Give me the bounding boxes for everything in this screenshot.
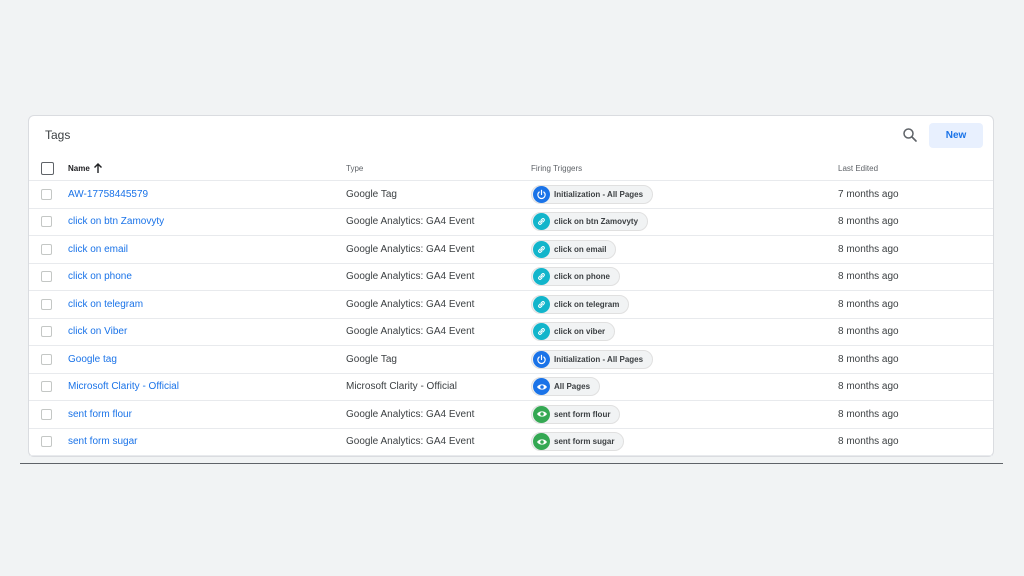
table-row[interactable]: Microsoft Clarity - Official Microsoft Cl… — [29, 374, 993, 401]
tags-table: Name Type Firing Triggers Last Edited AW… — [29, 156, 993, 456]
last-edited: 8 months ago — [838, 436, 899, 448]
eye-icon — [533, 378, 550, 396]
trigger-chip[interactable]: click on btn Zamovyty — [531, 212, 649, 232]
trigger-label: click on btn Zamovyty — [554, 217, 639, 227]
trigger-label: Initialization - All Pages — [554, 354, 644, 364]
tags-card: Tags New Name Type Firing Triggers Last … — [28, 115, 994, 457]
trigger-label: Initialization - All Pages — [554, 189, 644, 199]
row-checkbox[interactable] — [41, 353, 52, 365]
column-header-type[interactable]: Type — [346, 156, 363, 180]
eye-icon — [533, 433, 550, 451]
tag-name-link[interactable]: AW-17758445579 — [68, 189, 148, 200]
trigger-label: click on email — [554, 244, 607, 254]
tag-name-link[interactable]: Google tag — [68, 354, 117, 365]
table-row[interactable]: click on phone Google Analytics: GA4 Even… — [29, 264, 993, 291]
last-edited: 8 months ago — [838, 216, 899, 228]
last-edited: 8 months ago — [838, 298, 899, 310]
power-icon — [533, 185, 550, 203]
tag-type: Google Analytics: GA4 Event — [346, 436, 475, 448]
table-row[interactable]: sent form sugar Google Analytics: GA4 Eve… — [29, 429, 993, 456]
trigger-label: click on telegram — [554, 299, 620, 309]
last-edited: 8 months ago — [838, 353, 899, 365]
link-icon — [533, 295, 550, 313]
table-body: AW-17758445579 Google Tag Initialization -… — [29, 181, 993, 456]
trigger-chip[interactable]: click on phone — [531, 267, 621, 287]
tag-name-link[interactable]: sent form flour — [68, 409, 132, 420]
last-edited: 7 months ago — [838, 188, 899, 200]
last-edited: 8 months ago — [838, 408, 899, 420]
row-checkbox[interactable] — [41, 298, 52, 310]
table-row[interactable]: AW-17758445579 Google Tag Initialization -… — [29, 181, 993, 209]
trigger-label: All Pages — [554, 382, 591, 392]
row-checkbox[interactable] — [41, 243, 52, 255]
link-icon — [533, 268, 550, 286]
divider — [20, 463, 1003, 464]
row-checkbox[interactable] — [41, 326, 52, 338]
power-icon — [533, 350, 550, 368]
search-icon[interactable] — [901, 126, 919, 144]
eye-icon — [533, 405, 550, 423]
last-edited: 8 months ago — [838, 381, 899, 393]
row-checkbox[interactable] — [41, 271, 52, 283]
row-checkbox[interactable] — [41, 381, 52, 393]
trigger-label: sent form sugar — [554, 437, 615, 447]
last-edited: 8 months ago — [838, 271, 899, 283]
tag-name-link[interactable]: click on phone — [68, 271, 132, 282]
tag-type: Google Analytics: GA4 Event — [346, 326, 475, 338]
table-row[interactable]: click on telegram Google Analytics: GA4 E… — [29, 291, 993, 319]
tag-type: Google Analytics: GA4 Event — [346, 216, 475, 228]
tag-type: Google Analytics: GA4 Event — [346, 271, 475, 283]
trigger-chip[interactable]: click on email — [531, 239, 617, 259]
trigger-label: sent form flour — [554, 409, 611, 419]
trigger-chip[interactable]: sent form flour — [531, 404, 621, 424]
column-header-name-label: Name — [68, 163, 90, 173]
tag-name-link[interactable]: click on btn Zamovyty — [68, 216, 164, 227]
tag-name-link[interactable]: click on Viber — [68, 326, 127, 337]
tag-type: Microsoft Clarity - Official — [346, 381, 457, 393]
row-checkbox[interactable] — [41, 436, 52, 448]
row-checkbox[interactable] — [41, 216, 52, 228]
tag-type: Google Tag — [346, 353, 397, 365]
tag-name-link[interactable]: sent form sugar — [68, 436, 137, 447]
tag-type: Google Analytics: GA4 Event — [346, 298, 475, 310]
card-header: Tags New — [29, 116, 993, 156]
column-header-last-edited[interactable]: Last Edited — [838, 156, 878, 180]
table-header-row: Name Type Firing Triggers Last Edited — [29, 156, 993, 181]
row-checkbox[interactable] — [41, 408, 52, 420]
tag-type: Google Analytics: GA4 Event — [346, 408, 475, 420]
table-row[interactable]: click on email Google Analytics: GA4 Even… — [29, 236, 993, 264]
link-icon — [533, 213, 550, 231]
column-header-triggers[interactable]: Firing Triggers — [531, 156, 582, 180]
link-icon — [533, 323, 550, 341]
column-header-name[interactable]: Name — [68, 156, 102, 180]
trigger-chip[interactable]: Initialization - All Pages — [531, 349, 654, 369]
row-checkbox[interactable] — [41, 188, 52, 200]
trigger-label: click on phone — [554, 272, 611, 282]
link-icon — [533, 240, 550, 258]
tag-type: Google Analytics: GA4 Event — [346, 243, 475, 255]
table-row[interactable]: click on btn Zamovyty Google Analytics: G… — [29, 209, 993, 236]
trigger-chip[interactable]: sent form sugar — [531, 432, 625, 452]
card-title: Tags — [45, 128, 71, 142]
tag-name-link[interactable]: click on email — [68, 244, 128, 255]
table-row[interactable]: sent form flour Google Analytics: GA4 Eve… — [29, 401, 993, 429]
trigger-label: click on viber — [554, 327, 606, 337]
table-row[interactable]: click on Viber Google Analytics: GA4 Even… — [29, 319, 993, 346]
table-row[interactable]: Google tag Google Tag Initialization - All… — [29, 346, 993, 374]
last-edited: 8 months ago — [838, 326, 899, 338]
trigger-chip[interactable]: click on telegram — [531, 294, 630, 314]
trigger-chip[interactable]: click on viber — [531, 322, 616, 342]
new-tag-button[interactable]: New — [929, 123, 983, 148]
sort-ascending-icon — [93, 163, 102, 173]
trigger-chip[interactable]: All Pages — [531, 377, 601, 397]
last-edited: 8 months ago — [838, 243, 899, 255]
tag-name-link[interactable]: Microsoft Clarity - Official — [68, 381, 179, 392]
tag-name-link[interactable]: click on telegram — [68, 299, 143, 310]
select-all-checkbox[interactable] — [41, 161, 54, 175]
trigger-chip[interactable]: Initialization - All Pages — [531, 184, 654, 204]
tag-type: Google Tag — [346, 188, 397, 200]
